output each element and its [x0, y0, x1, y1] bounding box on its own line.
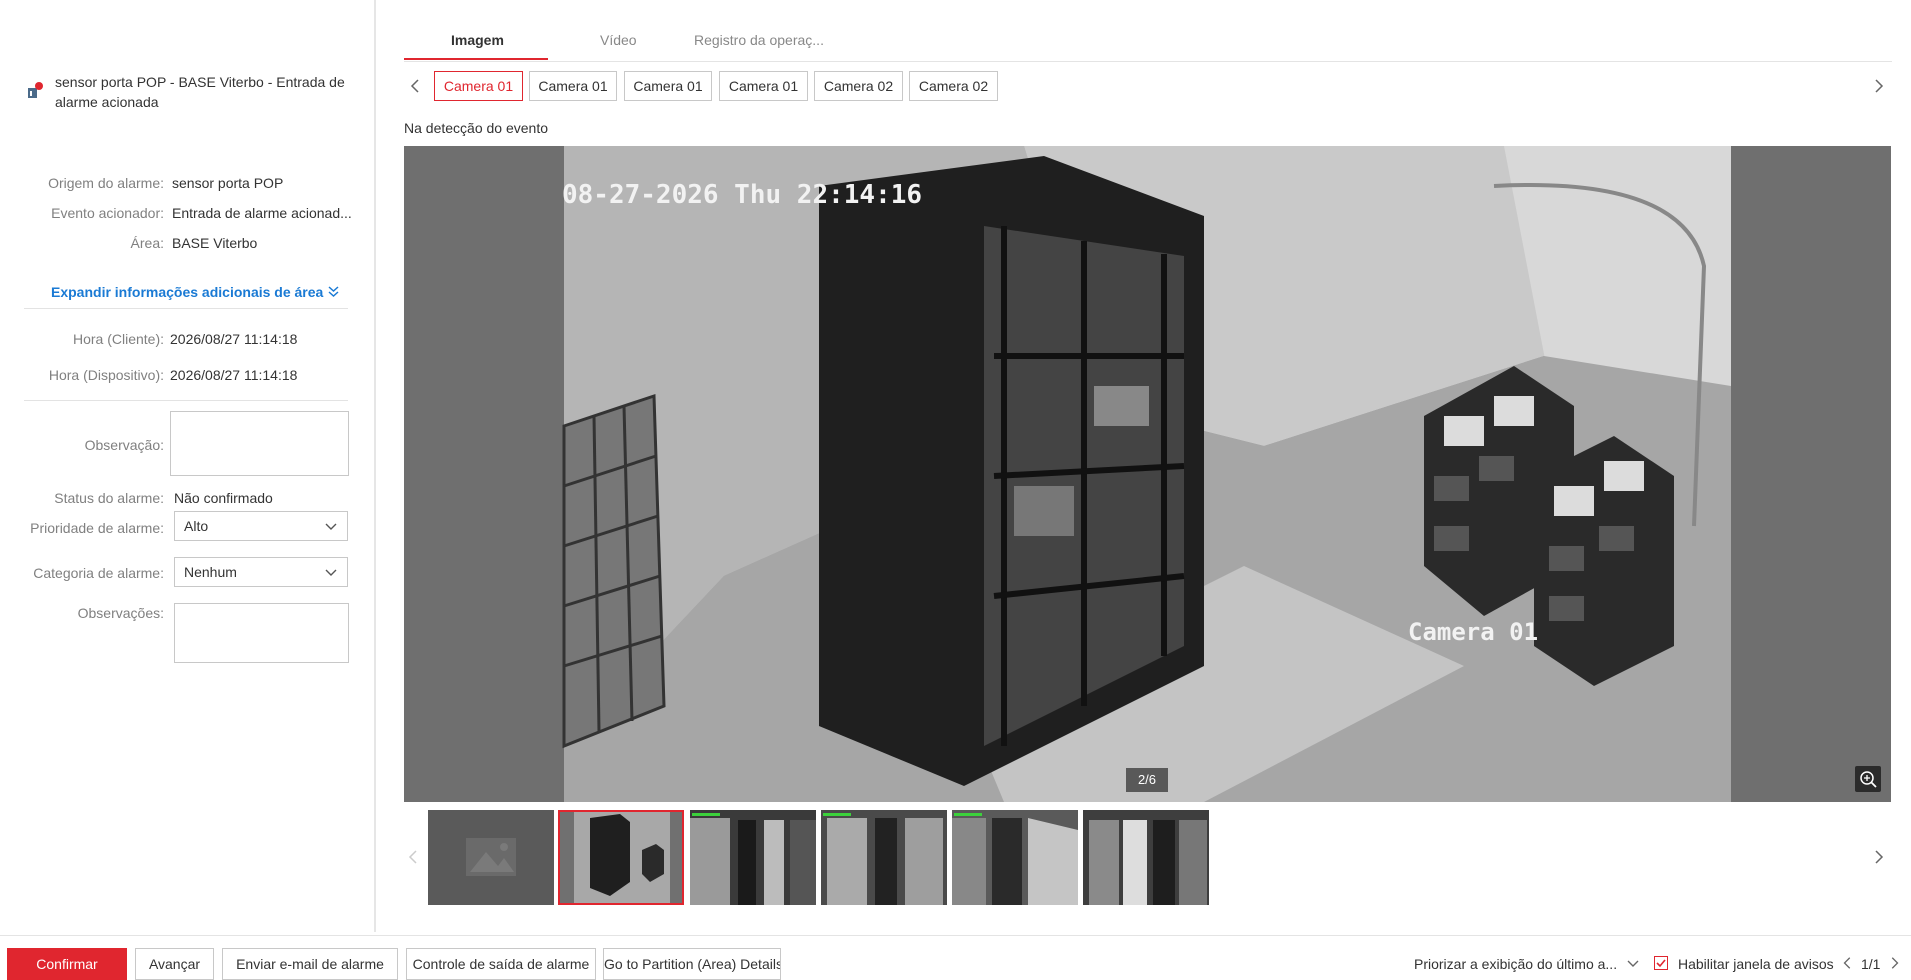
origin-label: Origem do alarme: — [48, 175, 164, 191]
page-prev-icon[interactable] — [1841, 956, 1855, 970]
osd-timestamp: 08-27-2026 Thu 22:14:16 — [562, 180, 923, 210]
page-next-icon[interactable] — [1887, 956, 1901, 970]
camera-chip[interactable]: Camera 01 — [529, 71, 617, 101]
chevron-left-icon[interactable] — [408, 78, 424, 94]
checkmark-icon — [1656, 959, 1666, 968]
display-priority-label: Priorizar a exibição do último a... — [1414, 956, 1618, 972]
camera-chip[interactable]: Camera 01 — [434, 71, 523, 101]
tab-image[interactable]: Imagem — [451, 32, 504, 48]
chevron-down-icon — [325, 569, 337, 576]
thumbnail-snapshot — [821, 810, 947, 905]
alarm-output-control-button[interactable]: Controle de saída de alarme — [406, 948, 596, 980]
area-value: BASE Viterbo — [172, 235, 258, 251]
chevron-right-icon[interactable] — [1870, 78, 1886, 94]
zoom-in-icon — [1860, 771, 1877, 788]
enable-popup-checkbox[interactable] — [1654, 956, 1668, 970]
tab-video[interactable]: Vídeo — [600, 32, 637, 48]
page-indicator: 1/1 — [1861, 956, 1881, 972]
enable-popup-label: Habilitar janela de avisos — [1678, 956, 1834, 972]
active-tab-indicator — [404, 58, 548, 60]
tab-operation-log[interactable]: Registro da operaç... — [694, 32, 824, 48]
forward-button[interactable]: Avançar — [135, 948, 214, 980]
partition-details-button[interactable]: Go to Partition (Area) Details — [603, 948, 781, 980]
osd-camera-name: Camera 01 — [1408, 618, 1539, 646]
image-page-indicator: 2/6 — [1126, 768, 1168, 792]
thumbnail-image[interactable] — [1083, 810, 1209, 905]
thumbnail-prev-icon[interactable] — [406, 849, 422, 865]
device-time-value: 2026/08/27 11:14:18 — [170, 367, 298, 383]
priority-selected-value: Alto — [184, 518, 209, 534]
camera-snapshot-image — [404, 146, 1891, 802]
thumbnail-placeholder[interactable] — [428, 810, 554, 905]
remarks-label: Observações: — [77, 605, 164, 621]
thumbnail-snapshot — [690, 810, 816, 905]
alarm-sensor-icon — [28, 82, 43, 98]
snapshot-viewer[interactable]: 08-27-2026 Thu 22:14:16 Camera 01 2/6 — [404, 146, 1891, 802]
alarm-details-panel: sensor porta POP - BASE Viterbo - Entrad… — [0, 0, 376, 932]
area-label: Área: — [130, 235, 164, 251]
camera-chip[interactable]: Camera 01 — [719, 71, 808, 101]
client-time-value: 2026/08/27 11:14:18 — [170, 331, 298, 347]
expand-area-info-label: Expandir informações adicionais de área — [51, 284, 324, 300]
tabs-divider — [404, 61, 1892, 62]
divider — [24, 400, 348, 401]
status-label: Status do alarme: — [54, 490, 164, 506]
thumbnail-image[interactable] — [821, 810, 947, 905]
send-alarm-email-button[interactable]: Enviar e-mail de alarme — [222, 948, 398, 980]
image-placeholder-icon — [466, 838, 516, 876]
camera-chip[interactable]: Camera 02 — [814, 71, 903, 101]
chevron-down-icon — [1627, 960, 1639, 967]
event-label: Evento acionador: — [51, 205, 164, 221]
double-chevron-down-icon — [328, 286, 339, 298]
camera-chip[interactable]: Camera 01 — [624, 71, 712, 101]
display-priority-dropdown[interactable]: Priorizar a exibição do último a... — [1414, 956, 1639, 972]
device-time-label: Hora (Dispositivo): — [48, 367, 164, 383]
thumbnail-image[interactable] — [690, 810, 816, 905]
category-label: Categoria de alarme: — [33, 565, 164, 581]
event-caption: Na detecção do evento — [404, 120, 548, 136]
divider — [24, 308, 348, 309]
remarks-textarea[interactable] — [174, 603, 349, 663]
thumbnail-snapshot — [1083, 810, 1209, 905]
priority-label: Prioridade de alarme: — [30, 520, 164, 536]
camera-chip[interactable]: Camera 02 — [909, 71, 998, 101]
alarm-title: sensor porta POP - BASE Viterbo - Entrad… — [55, 74, 345, 110]
observation-label: Observação: — [84, 437, 164, 453]
confirm-button[interactable]: Confirmar — [7, 948, 127, 980]
category-select[interactable]: Nenhum — [174, 557, 348, 587]
observation-textarea[interactable] — [170, 411, 349, 476]
thumbnail-snapshot — [560, 812, 682, 903]
priority-select[interactable]: Alto — [174, 511, 348, 541]
thumbnail-image[interactable] — [952, 810, 1078, 905]
expand-area-info-link[interactable]: Expandir informações adicionais de área — [51, 284, 340, 300]
event-value: Entrada de alarme acionad... — [172, 205, 352, 221]
thumbnail-image[interactable] — [558, 810, 684, 905]
origin-value: sensor porta POP — [172, 175, 284, 191]
status-value: Não confirmado — [174, 490, 273, 506]
category-selected-value: Nenhum — [184, 564, 237, 580]
thumbnail-next-icon[interactable] — [1870, 849, 1886, 865]
thumbnail-snapshot — [952, 810, 1078, 905]
client-time-label: Hora (Cliente): — [72, 331, 164, 347]
zoom-in-button[interactable] — [1855, 766, 1881, 792]
chevron-down-icon — [325, 523, 337, 530]
